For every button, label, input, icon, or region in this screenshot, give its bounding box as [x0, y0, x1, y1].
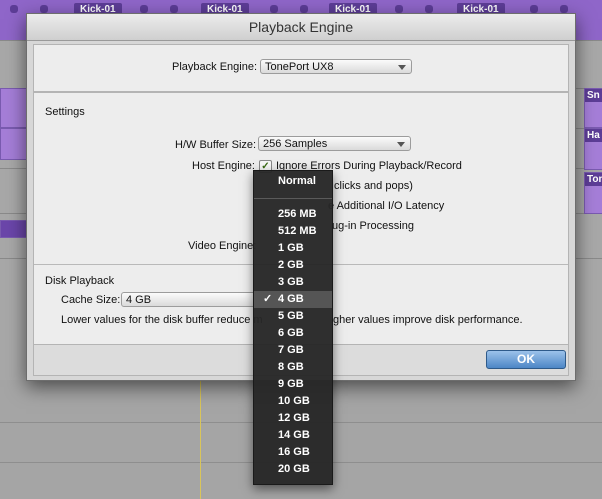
ok-button[interactable]: OK — [486, 350, 566, 369]
playhead-line — [200, 380, 201, 499]
menu-item[interactable]: 512 MB — [254, 223, 332, 240]
clip-dot — [530, 5, 538, 13]
cache-size-label: Cache Size: — [61, 294, 121, 306]
playback-engine-select[interactable]: TonePort UX8 — [260, 59, 412, 74]
menu-item[interactable]: 2 GB — [254, 257, 332, 274]
hw-buffer-value: 256 Samples — [263, 138, 328, 150]
hw-buffer-select[interactable]: 256 Samples — [258, 136, 411, 151]
menu-item[interactable]: 16 GB — [254, 444, 332, 461]
clip-label: Sn — [585, 89, 602, 102]
video-engine-label: Video Engine: — [188, 240, 257, 252]
track-clip[interactable]: Sn — [584, 88, 602, 128]
clip-dot — [425, 5, 433, 13]
playback-engine-label: Playback Engine: — [172, 61, 257, 73]
host-engine-option-text: clicks and pops) — [334, 180, 413, 192]
cache-size-select[interactable]: 4 GB — [121, 292, 257, 307]
menu-item[interactable]: 7 GB — [254, 342, 332, 359]
menu-item[interactable]: 1 GB — [254, 240, 332, 257]
clip-dot — [300, 5, 308, 13]
menu-item-selected[interactable]: ✓ 4 GB — [254, 291, 332, 308]
clip-label: Ha — [585, 129, 602, 142]
menu-item[interactable]: 256 MB — [254, 206, 332, 223]
cache-size-value: 4 GB — [126, 294, 152, 306]
track-clip[interactable]: Tom — [584, 172, 602, 214]
clip-dot — [270, 5, 278, 13]
disk-playback-heading: Disk Playback — [45, 275, 115, 287]
menu-item[interactable]: 12 GB — [254, 410, 332, 427]
settings-heading: Settings — [45, 106, 85, 118]
chevron-down-icon — [398, 65, 406, 70]
host-engine-option-text: ug-in Processing — [332, 220, 414, 232]
clip-dot — [10, 5, 18, 13]
cache-size-menu: Normal 256 MB 512 MB 1 GB 2 GB 3 GB ✓ 4 G… — [253, 170, 333, 485]
chevron-down-icon — [397, 142, 405, 147]
clip-dot — [40, 5, 48, 13]
menu-item[interactable]: 20 GB — [254, 461, 332, 478]
track-clip[interactable]: Ha — [584, 128, 602, 170]
menu-item[interactable]: 8 GB — [254, 359, 332, 376]
host-engine-label: Host Engine: — [192, 160, 255, 172]
menu-item[interactable]: 6 GB — [254, 325, 332, 342]
host-engine-option-text: e Additional I/O Latency — [328, 200, 445, 212]
dialog-title[interactable]: Playback Engine — [27, 14, 575, 41]
engine-panel: Playback Engine: TonePort UX8 — [33, 44, 569, 92]
clip-label: Tom — [585, 173, 602, 186]
clip-dot — [170, 5, 178, 13]
menu-item[interactable]: 5 GB — [254, 308, 332, 325]
menu-item[interactable]: 9 GB — [254, 376, 332, 393]
menu-divider — [254, 198, 332, 199]
menu-item[interactable]: 10 GB — [254, 393, 332, 410]
menu-item[interactable]: 3 GB — [254, 274, 332, 291]
menu-item-normal[interactable]: Normal — [254, 173, 332, 190]
playback-engine-value: TonePort UX8 — [265, 61, 334, 73]
hw-buffer-label: H/W Buffer Size: — [175, 139, 257, 151]
menu-item[interactable]: 14 GB — [254, 427, 332, 444]
clip-dot — [395, 5, 403, 13]
checkmark-icon: ✓ — [263, 293, 273, 305]
cache-hint-text: Lower values for the disk buffer reduce … — [61, 314, 263, 326]
cache-hint-text: gher values improve disk performance. — [333, 314, 523, 326]
clip-dot — [560, 5, 568, 13]
clip-dot — [140, 5, 148, 13]
